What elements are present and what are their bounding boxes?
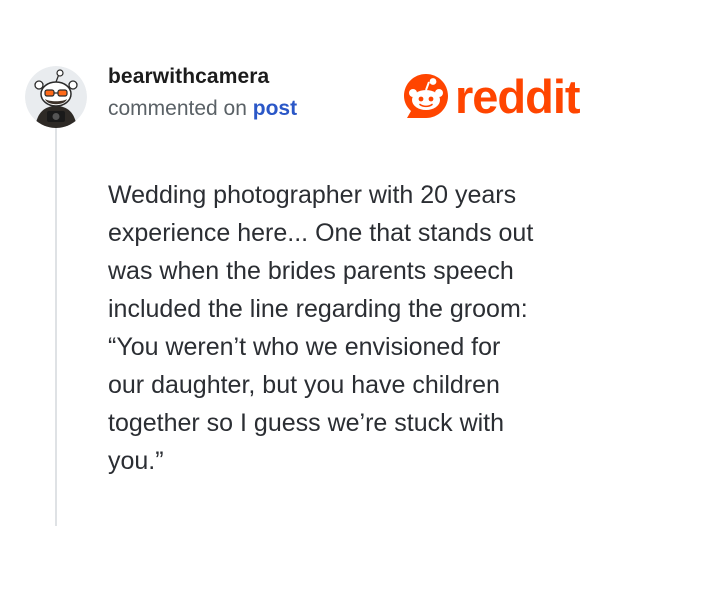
reddit-snoo-icon <box>404 74 448 118</box>
comment-body: Wedding photographer with 20 years exper… <box>108 176 608 480</box>
comment-line: experience here... One that stands out <box>108 219 534 247</box>
action-text: commented on <box>108 97 253 120</box>
comment-line: was when the brides parents speech <box>108 257 514 285</box>
user-avatar[interactable] <box>25 66 87 128</box>
comment-line: together so I guess we’re stuck with <box>108 409 505 437</box>
comment-line: included the line regarding the groom: <box>108 295 528 323</box>
comment-line: you.” <box>108 447 164 475</box>
comment-meta: commented on post <box>108 97 297 121</box>
comment-thread-line[interactable] <box>55 118 57 526</box>
comment-line: our daughter, but you have children <box>108 371 500 399</box>
reddit-wordmark: reddit <box>455 69 581 123</box>
snoo-avatar-icon <box>25 66 87 128</box>
comment-line: “You weren’t who we envisioned for <box>108 333 501 361</box>
comment-line: Wedding photographer with 20 years <box>108 181 517 209</box>
comment-author[interactable]: bearwithcamera <box>108 65 269 89</box>
post-link[interactable]: post <box>253 97 297 120</box>
reddit-logo: reddit <box>401 68 581 124</box>
